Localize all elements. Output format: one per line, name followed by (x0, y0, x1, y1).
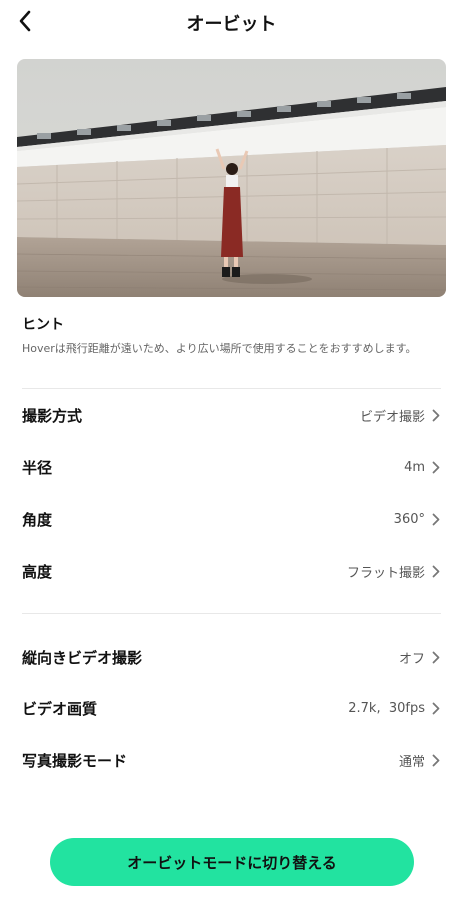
setting-row-vertical-video[interactable]: 縦向きビデオ撮影 オフ (22, 637, 441, 677)
hint-title: ヒント (22, 317, 64, 333)
header: オービット (0, 0, 463, 44)
setting-label: 縦向きビデオ撮影 (22, 648, 143, 667)
preview-image (17, 59, 446, 297)
setting-value: 2.7k, 30fps (348, 700, 425, 716)
setting-row-video-quality[interactable]: ビデオ画質 2.7k, 30fps (22, 688, 441, 728)
chevron-right-icon (431, 753, 441, 767)
setting-row-radius[interactable]: 半径 4m (22, 447, 441, 487)
setting-label: ビデオ画質 (22, 699, 98, 718)
page-title: オービット (186, 14, 277, 35)
divider (22, 613, 441, 614)
divider (22, 388, 441, 389)
setting-label: 撮影方式 (22, 406, 83, 425)
setting-label: 写真撮影モード (22, 751, 128, 770)
chevron-right-icon (431, 564, 441, 578)
setting-label: 高度 (22, 562, 53, 581)
chevron-right-icon (431, 512, 441, 526)
chevron-right-icon (431, 408, 441, 422)
setting-value: 通常 (398, 754, 425, 770)
setting-label: 角度 (22, 510, 53, 529)
chevron-right-icon (431, 650, 441, 664)
hint-text: Hoverは飛行距離が遠いため、より広い場所で使用することをおすすめします。 (22, 342, 417, 355)
chevron-right-icon (431, 460, 441, 474)
setting-row-shooting-method[interactable]: 撮影方式 ビデオ撮影 (22, 395, 441, 435)
setting-value: オフ (398, 651, 425, 667)
setting-row-altitude[interactable]: 高度 フラット撮影 (22, 551, 441, 591)
setting-row-photo-mode[interactable]: 写真撮影モード 通常 (22, 740, 441, 780)
chevron-right-icon (431, 701, 441, 715)
setting-row-angle[interactable]: 角度 360° (22, 499, 441, 539)
setting-value: 360° (393, 511, 425, 527)
setting-value: 4m (404, 459, 425, 475)
switch-to-orbit-button[interactable]: オービットモードに切り替える (50, 838, 414, 886)
setting-value: ビデオ撮影 (359, 409, 425, 425)
setting-value: フラット撮影 (346, 565, 425, 581)
setting-label: 半径 (22, 458, 53, 477)
